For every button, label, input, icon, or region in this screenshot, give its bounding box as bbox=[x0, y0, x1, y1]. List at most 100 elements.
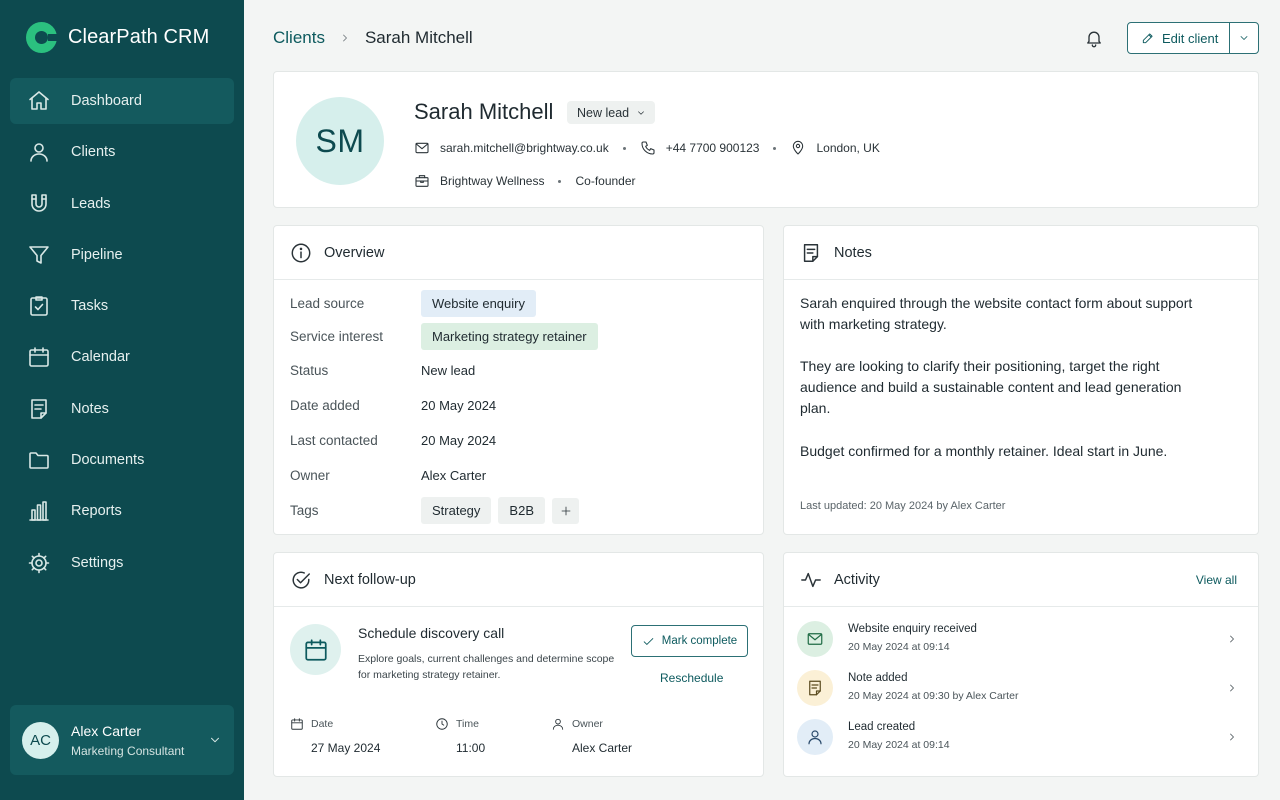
sidebar-item-reports[interactable]: Reports bbox=[10, 488, 234, 534]
status-label: New lead bbox=[577, 105, 630, 120]
sidebar-nav: Dashboard Clients Leads Pipeline Tasks C… bbox=[10, 78, 234, 591]
field-status: Status New lead bbox=[290, 363, 476, 378]
followup-calendar-badge bbox=[290, 624, 341, 675]
sidebar-item-label: Pipeline bbox=[71, 246, 123, 263]
funnel-icon bbox=[29, 246, 49, 264]
followup-task-title: Schedule discovery call bbox=[358, 625, 505, 641]
brand-logo-icon bbox=[26, 22, 58, 53]
sidebar-item-label: Tasks bbox=[71, 298, 109, 315]
tag-chip[interactable]: B2B bbox=[498, 497, 545, 524]
activity-card: Activity View all Website enquiry receiv… bbox=[783, 552, 1259, 777]
status-dropdown[interactable]: New lead bbox=[567, 101, 656, 124]
breadcrumb-current: Sarah Mitchell bbox=[364, 28, 473, 47]
edit-client-button[interactable]: Edit client bbox=[1128, 23, 1229, 53]
sidebar-item-dashboard[interactable]: Dashboard bbox=[10, 78, 234, 124]
sidebar-item-leads[interactable]: Leads bbox=[10, 181, 234, 227]
client-company: Brightway Wellness bbox=[440, 174, 545, 188]
field-service-interest: Service interest Marketing strategy reta… bbox=[290, 323, 598, 350]
chevron-right-icon bbox=[1230, 733, 1234, 741]
followup-date: Date 27 May 2024 bbox=[290, 717, 380, 755]
followup-header: Next follow-up bbox=[274, 553, 763, 607]
field-last-contacted: Last contacted 20 May 2024 bbox=[290, 433, 497, 448]
mail-icon bbox=[415, 142, 429, 154]
followup-time: Time 11:00 bbox=[435, 717, 485, 755]
sidebar-item-settings[interactable]: Settings bbox=[10, 540, 234, 586]
check-circle-icon bbox=[292, 571, 310, 588]
sidebar-item-label: Documents bbox=[71, 452, 145, 469]
pencil-icon bbox=[1142, 33, 1153, 44]
info-icon bbox=[291, 243, 311, 262]
brand[interactable]: ClearPath CRM bbox=[26, 22, 209, 53]
field-lead-source: Lead source Website enquiry bbox=[290, 290, 536, 317]
bell-icon[interactable] bbox=[1084, 28, 1104, 48]
sidebar-item-label: Calendar bbox=[71, 349, 130, 366]
sidebar-item-documents[interactable]: Documents bbox=[10, 437, 234, 483]
user-icon bbox=[808, 730, 822, 745]
service-interest-chip: Marketing strategy retainer bbox=[421, 323, 598, 350]
breadcrumb-clients-link[interactable]: Clients bbox=[273, 28, 325, 48]
sidebar-item-pipeline[interactable]: Pipeline bbox=[10, 232, 234, 278]
phone-icon bbox=[641, 141, 655, 155]
sidebar-item-tasks[interactable]: Tasks bbox=[10, 283, 234, 329]
sidebar-item-label: Dashboard bbox=[71, 93, 142, 109]
field-date-added: Date added 20 May 2024 bbox=[290, 398, 497, 413]
followup-title: Next follow-up bbox=[324, 571, 416, 588]
gear-icon bbox=[28, 552, 50, 573]
activity-title: Activity bbox=[834, 571, 880, 588]
sidebar-item-notes[interactable]: Notes bbox=[10, 386, 234, 432]
company-row: Brightway Wellness Co-founder bbox=[414, 173, 636, 189]
edit-client-label: Edit client bbox=[1162, 30, 1219, 46]
client-job-title: Co-founder bbox=[575, 174, 636, 188]
plus-icon bbox=[561, 506, 570, 515]
activity-item[interactable]: Website enquiry received 20 May 2024 at … bbox=[797, 619, 1247, 659]
reschedule-link[interactable]: Reschedule bbox=[660, 671, 723, 685]
sidebar-item-label: Notes bbox=[71, 400, 109, 417]
home-icon bbox=[29, 91, 49, 110]
view-all-link[interactable]: View all bbox=[1196, 573, 1237, 587]
bar-chart-icon bbox=[29, 501, 49, 522]
clipboard-check-icon bbox=[30, 296, 48, 316]
mark-complete-button[interactable]: Mark complete bbox=[631, 625, 748, 657]
notes-last-updated: Last updated: 20 May 2024 by Alex Carter bbox=[800, 500, 1006, 512]
client-email[interactable]: sarah.mitchell@brightway.co.uk bbox=[440, 141, 609, 155]
calendar-icon bbox=[29, 347, 49, 368]
tag-chip[interactable]: Strategy bbox=[421, 497, 492, 524]
pulse-icon bbox=[801, 572, 821, 587]
avatar: AC bbox=[22, 721, 59, 759]
sidebar-item-label: Leads bbox=[71, 195, 111, 212]
sidebar-item-calendar[interactable]: Calendar bbox=[10, 334, 234, 380]
calendar-icon bbox=[291, 718, 303, 730]
user-icon bbox=[552, 718, 564, 730]
calendar-icon bbox=[304, 638, 327, 661]
magnet-icon bbox=[31, 193, 47, 212]
notes-title: Notes bbox=[834, 244, 872, 261]
client-phone[interactable]: +44 7700 900123 bbox=[666, 141, 760, 155]
folder-icon bbox=[29, 452, 49, 469]
brand-name: ClearPath CRM bbox=[68, 26, 210, 48]
lead-source-chip: Website enquiry bbox=[421, 290, 536, 317]
note-icon bbox=[809, 680, 821, 696]
activity-item[interactable]: Note added 20 May 2024 at 09:30 by Alex … bbox=[797, 668, 1247, 708]
user-icon bbox=[30, 143, 48, 163]
field-owner: Owner Alex Carter bbox=[290, 468, 487, 483]
client-location: London, UK bbox=[816, 141, 880, 155]
check-icon bbox=[643, 637, 654, 645]
activity-item[interactable]: Lead created 20 May 2024 at 09:14 bbox=[797, 717, 1247, 757]
overview-header: Overview bbox=[274, 226, 763, 280]
user-name: Alex Carter bbox=[71, 722, 142, 739]
sidebar-item-label: Settings bbox=[71, 554, 124, 571]
mail-icon bbox=[807, 633, 823, 645]
sidebar-item-clients[interactable]: Clients bbox=[10, 129, 234, 175]
followup-task-description: Explore goals, current challenges and de… bbox=[358, 653, 615, 681]
followup-owner: Owner Alex Carter bbox=[551, 717, 632, 755]
avatar: SM bbox=[296, 97, 384, 185]
location-pin-icon bbox=[793, 140, 804, 155]
edit-client-dropdown[interactable] bbox=[1229, 23, 1258, 53]
user-menu[interactable]: AC Alex Carter Marketing Consultant bbox=[10, 705, 234, 775]
breadcrumb: Clients Sarah Mitchell bbox=[273, 28, 473, 48]
sidebar-item-label: Reports bbox=[71, 503, 122, 520]
activity-header: Activity bbox=[784, 553, 1258, 607]
contact-row: sarah.mitchell@brightway.co.uk +44 7700 … bbox=[414, 140, 880, 156]
note-paragraph: Budget confirmed for a monthly retainer.… bbox=[800, 443, 1168, 459]
add-tag-button[interactable] bbox=[552, 497, 579, 524]
